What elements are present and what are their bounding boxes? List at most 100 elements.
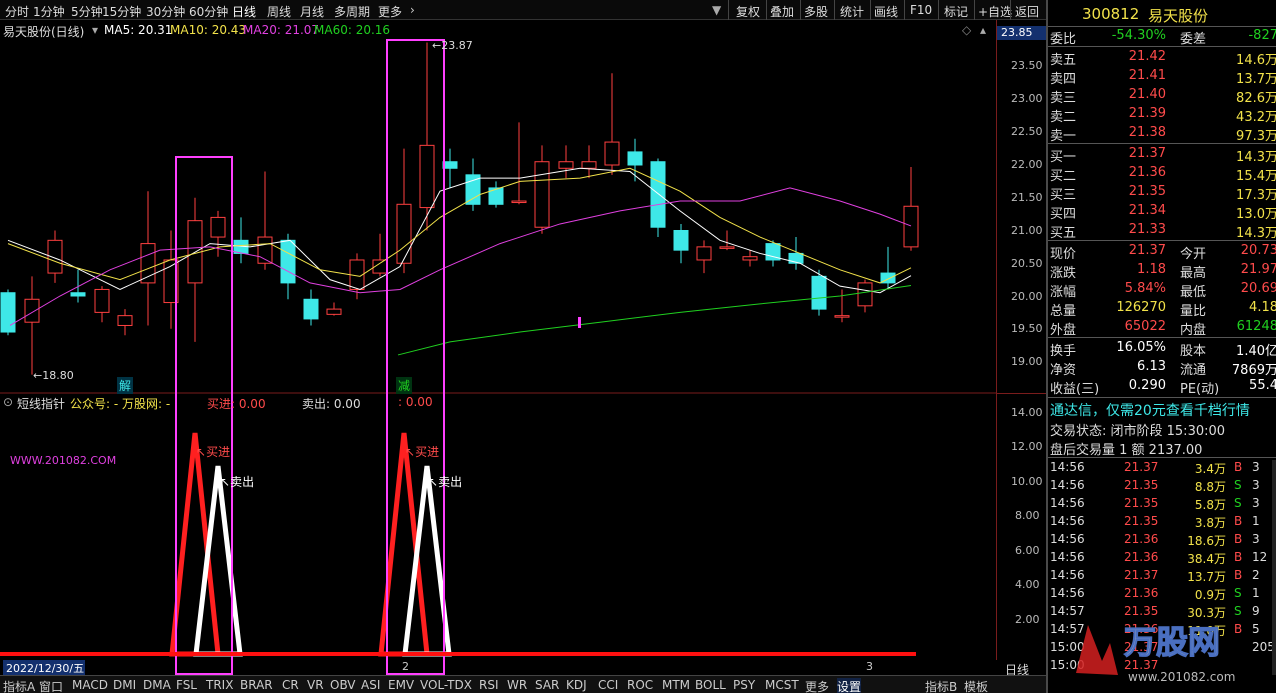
tab-window[interactable]: 窗口 [39,678,63,693]
sell-row: 卖三 21.40 82.6万 [1048,86,1276,106]
tab-sar[interactable]: SAR [535,678,559,692]
stat-row: 现价 21.37 今开 20.73 [1048,242,1276,262]
tick-n: 3 [1252,496,1260,510]
tick-n: 3 [1252,532,1260,546]
tab-dmi[interactable]: DMI [113,678,136,692]
sell-signal-label: ↖卖出 [220,475,255,489]
tick-v: 18.6万 [1187,534,1226,548]
tab-more[interactable]: 更多 [805,678,829,693]
toolbar-divider [1010,0,1011,20]
book-label: 买二 [1050,169,1077,184]
book-label: 卖三 [1050,91,1077,106]
indicator-tick: 12.00 [1011,440,1043,453]
tab-macd[interactable]: MACD [72,678,108,692]
book-volume: 13.7万 [1236,72,1276,87]
axis-divider [997,393,1047,394]
stat-row: 收益(三) 0.290 PE(动) 55.4 [1048,377,1276,397]
stat-label: 量比 [1180,304,1207,319]
tab-vr[interactable]: VR [307,678,324,692]
settings-icon[interactable]: ⊙ [3,395,13,409]
stat-value: 61248 [1236,319,1276,334]
tab-rsi[interactable]: RSI [479,678,499,692]
stat-value: 5.84% [1124,281,1166,296]
watermark-logo: 万股网 www.201082.com [1076,622,1235,684]
book-label: 买四 [1050,207,1077,222]
tab-settings[interactable]: 设置 [837,678,862,693]
tab-emv[interactable]: EMV [388,678,414,692]
back-button[interactable]: 返回 [1015,3,1039,20]
mark-jian[interactable]: 减 [396,377,413,394]
indicator-tick: 2.00 [1015,613,1040,626]
tab-cci[interactable]: CCI [598,678,618,692]
stat-label: 股本 [1180,344,1207,359]
candle [581,145,597,179]
tick-s: B [1234,514,1243,528]
tab-brar[interactable]: BRAR [240,678,273,692]
book-volume: 14.3万 [1236,150,1276,165]
candle [511,122,527,205]
quote-header: 300812 易天股份 [1048,4,1276,26]
tab-dma[interactable]: DMA [143,678,171,692]
stat-row: 涨幅 5.84% 最低 20.69 [1048,280,1276,300]
price-tick: 20.50 [1011,257,1043,270]
tick-row: 14:56 21.37 3.4万 B 3 [1048,459,1276,477]
candle [488,181,504,208]
price-tick: 19.00 [1011,355,1043,368]
tab-mtm[interactable]: MTM [662,678,690,692]
book-volume: 97.3万 [1236,129,1276,144]
candle [604,73,620,175]
tab-obv[interactable]: OBV [330,678,356,692]
stat-row: 涨跌 1.18 最高 21.97 [1048,261,1276,281]
mark-jie[interactable]: 解 [117,377,134,394]
candle [233,217,249,264]
candle [903,166,919,251]
stat-row: 换手 16.05% 股本 1.40亿 [1048,339,1276,359]
tick-row: 14:56 21.35 3.8万 B 1 [1048,513,1276,531]
divider [1048,337,1276,338]
tab-fsl[interactable]: FSL [176,678,197,692]
tab-mcst[interactable]: MCST [765,678,799,692]
promo-row[interactable]: 通达信，仅需20元查看千档行情 [1048,399,1276,419]
book-price: 21.33 [1128,222,1166,237]
weibi-label: 委比 [1050,32,1077,47]
tab-template[interactable]: 模板 [964,678,988,693]
indicator-title[interactable]: 短线指针 [17,395,65,412]
stat-value: 20.73 [1240,243,1276,258]
promo-text[interactable]: 通达信，仅需20元查看千档行情 [1050,400,1250,420]
tick-v: 3.8万 [1194,516,1226,530]
sell-row: 卖一 21.38 97.3万 [1048,124,1276,144]
stat-label: 换手 [1050,344,1077,359]
tab-cr[interactable]: CR [282,678,299,692]
tab-boll[interactable]: BOLL [695,678,726,692]
tick-s: B [1234,550,1243,564]
tab-kdj[interactable]: KDJ [566,678,587,692]
tab-indicator-b[interactable]: 指标B [925,678,957,693]
tick-row: 14:56 21.36 18.6万 B 3 [1048,531,1276,549]
tick-p: 21.37 [1124,460,1159,474]
tab-asi[interactable]: ASI [361,678,380,692]
candle [673,223,689,264]
trade-status: 交易状态: 闭市阶段 15:30:00 [1050,424,1226,439]
candle-body [0,292,16,333]
stat-value: 126270 [1116,300,1166,315]
tab-psy[interactable]: PSY [733,678,755,692]
tab-trix[interactable]: TRIX [206,678,233,692]
buy-row: 买一 21.37 14.3万 [1048,145,1276,165]
logo-url: www.201082.com [1128,670,1235,684]
tick-p: 21.37 [1124,568,1159,582]
stat-label: 内盘 [1180,323,1207,338]
tab-wr[interactable]: WR [507,678,527,692]
candle [719,230,735,251]
stat-value: 21.97 [1240,262,1276,277]
weibi-value: -54.30% [1111,28,1166,43]
indicator-buy-value: 买进: 0.00 [207,397,266,411]
book-label: 买一 [1050,150,1077,165]
tab-roc[interactable]: ROC [627,678,653,692]
tab-indicator-a[interactable]: 指标A [3,678,35,693]
tick-p: 21.35 [1124,514,1159,528]
candle-body [742,256,758,261]
tick-s: B [1234,568,1243,582]
kline-chart[interactable] [0,0,996,675]
candle [465,158,481,211]
tab-vol-tdx[interactable]: VOL-TDX [420,678,472,692]
